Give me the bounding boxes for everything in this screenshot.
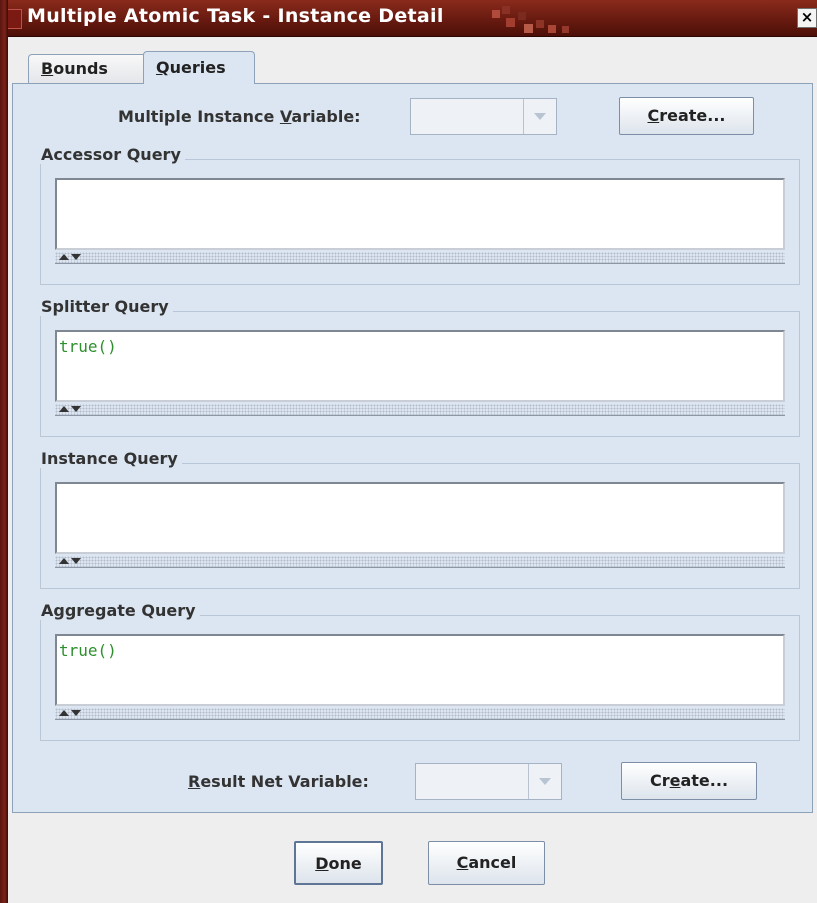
splitter-query-title: Splitter Query — [40, 297, 173, 316]
done-label: one — [328, 854, 362, 873]
aggregate-query-group: Aggregate Query true() — [40, 601, 800, 741]
create-result-variable-mnemonic: e — [669, 771, 681, 790]
dialog-window: Multiple Atomic Task - Instance Detail ×… — [0, 0, 817, 903]
cancel-button[interactable]: Cancel — [428, 841, 545, 885]
expand-down-icon[interactable] — [71, 558, 81, 564]
tab-bounds-label: ounds — [53, 59, 108, 78]
collapse-up-icon[interactable] — [59, 558, 69, 564]
dialog-content: Bounds Queries Multiple Instance Variabl… — [10, 37, 817, 903]
aggregate-query-title: Aggregate Query — [40, 601, 200, 620]
mi-variable-label-mnemonic: V — [279, 107, 292, 126]
splitter-query-group: Splitter Query true() — [40, 297, 800, 437]
tab-queries-label: ueries — [169, 58, 226, 77]
instance-query-editor[interactable] — [55, 482, 785, 554]
mi-variable-combo[interactable] — [410, 98, 557, 135]
accessor-query-splitter[interactable] — [55, 252, 785, 264]
create-result-variable-button[interactable]: Create... — [621, 762, 757, 800]
collapse-up-icon[interactable] — [59, 710, 69, 716]
create-mi-variable-mnemonic: C — [647, 106, 660, 125]
expand-down-icon[interactable] — [71, 406, 81, 412]
queries-panel: Multiple Instance Variable: Create... Ac… — [12, 83, 813, 813]
tab-bounds[interactable]: Bounds — [28, 54, 147, 83]
dropdown-arrow-icon[interactable] — [523, 99, 556, 134]
create-mi-variable-label: reate... — [659, 106, 726, 125]
instance-query-splitter[interactable] — [55, 556, 785, 568]
create-result-variable-prefix: Cr — [649, 771, 670, 790]
create-result-variable-suffix: ate... — [680, 771, 729, 790]
expand-down-icon[interactable] — [71, 710, 81, 716]
expand-down-icon[interactable] — [71, 254, 81, 260]
title-decoration-icon — [492, 6, 569, 33]
aggregate-query-splitter[interactable] — [55, 708, 785, 720]
window-title: Multiple Atomic Task - Instance Detail — [27, 5, 444, 27]
aggregate-query-editor[interactable]: true() — [55, 634, 785, 706]
accessor-query-group: Accessor Query — [40, 145, 800, 285]
done-mnemonic: D — [315, 854, 329, 873]
mi-variable-label-prefix: Multiple Instance — [118, 107, 280, 126]
collapse-up-icon[interactable] — [59, 254, 69, 260]
create-mi-variable-button[interactable]: Create... — [619, 97, 754, 135]
done-button[interactable]: Done — [294, 841, 383, 885]
mi-variable-label-suffix: ariable: — [291, 107, 361, 126]
instance-query-group: Instance Query — [40, 449, 800, 589]
title-bar[interactable]: Multiple Atomic Task - Instance Detail × — [0, 0, 817, 37]
window-border — [0, 0, 8, 903]
result-variable-label-mnemonic: R — [188, 772, 201, 791]
splitter-query-splitter[interactable] — [55, 404, 785, 416]
instance-query-title: Instance Query — [40, 449, 182, 468]
dropdown-arrow-icon[interactable] — [528, 764, 561, 799]
collapse-up-icon[interactable] — [59, 406, 69, 412]
splitter-query-editor[interactable]: true() — [55, 330, 785, 402]
button-bar: Done Cancel — [10, 814, 817, 903]
tab-queries-mnemonic: Q — [156, 58, 170, 77]
accessor-query-editor[interactable] — [55, 178, 785, 250]
close-icon[interactable]: × — [797, 8, 817, 28]
tab-bounds-mnemonic: B — [41, 59, 54, 78]
mi-variable-label: Multiple Instance Variable: — [118, 107, 361, 126]
cancel-mnemonic: C — [456, 853, 469, 872]
result-variable-combo[interactable] — [415, 763, 562, 800]
result-variable-label-rest: esult Net Variable: — [200, 772, 369, 791]
tab-queries[interactable]: Queries — [143, 51, 255, 84]
accessor-query-title: Accessor Query — [40, 145, 185, 164]
result-variable-label: Result Net Variable: — [188, 772, 369, 791]
cancel-label: ancel — [468, 853, 517, 872]
